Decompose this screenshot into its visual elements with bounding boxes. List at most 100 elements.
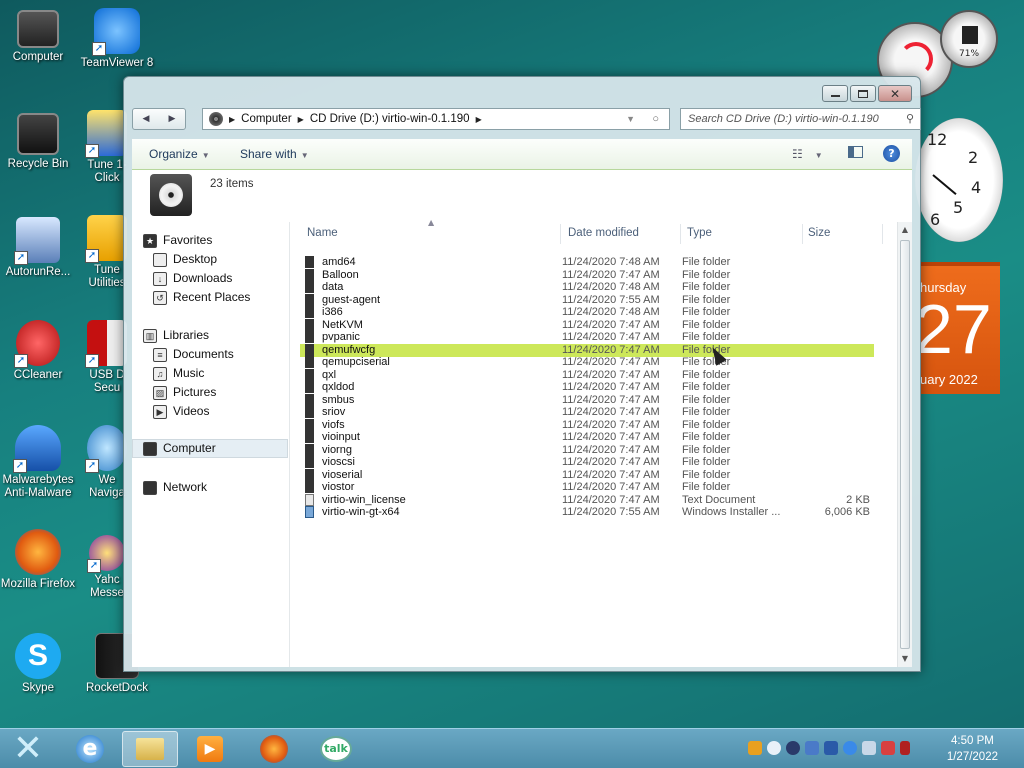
file-row[interactable]: Balloon 11/24/2020 7:47 AM File folder bbox=[300, 268, 874, 282]
tray-settings-icon[interactable] bbox=[805, 741, 819, 755]
taskbar-google-talk[interactable]: talk bbox=[308, 731, 364, 767]
column-header-size[interactable]: Size bbox=[808, 227, 830, 239]
address-dropdown-icon[interactable]: ▼ bbox=[626, 114, 635, 124]
taskbar-windows-explorer[interactable] bbox=[122, 731, 178, 767]
refresh-icon[interactable]: ○ bbox=[652, 113, 659, 125]
share-with-button[interactable]: Share with ▼ bbox=[240, 139, 309, 171]
column-header-name[interactable]: Name bbox=[307, 227, 338, 239]
tray-info-icon[interactable] bbox=[843, 741, 857, 755]
scroll-up-icon[interactable]: ▲ bbox=[898, 222, 912, 238]
folder-icon bbox=[305, 256, 314, 268]
file-row[interactable]: vioserial 11/24/2020 7:47 AM File folder bbox=[300, 468, 874, 482]
file-row[interactable]: vioinput 11/24/2020 7:47 AM File folder bbox=[300, 431, 874, 444]
file-row[interactable]: smbus 11/24/2020 7:47 AM File folder bbox=[300, 393, 874, 407]
file-row[interactable]: data 11/24/2020 7:48 AM File folder bbox=[300, 281, 874, 294]
change-view-button[interactable]: ☷ ▼ bbox=[792, 139, 823, 171]
back-button[interactable]: ◀ bbox=[133, 109, 159, 129]
memory-meter-gadget[interactable]: 71% bbox=[940, 10, 998, 68]
breadcrumb-separator-icon[interactable]: ▶ bbox=[298, 115, 304, 124]
file-row[interactable]: i386 11/24/2020 7:48 AM File folder bbox=[300, 306, 874, 319]
nav-computer[interactable]: Computer bbox=[132, 439, 288, 458]
nav-documents[interactable]: ≡ Documents bbox=[153, 345, 309, 364]
column-header-type[interactable]: Type bbox=[687, 227, 712, 239]
search-icon[interactable]: ⚲ bbox=[906, 109, 914, 129]
tray-shield-icon[interactable] bbox=[824, 741, 838, 755]
file-type: File folder bbox=[682, 381, 731, 393]
search-input[interactable]: Search CD Drive (D:) virtio-win-0.1.190 … bbox=[680, 108, 921, 130]
breadcrumb-separator-icon[interactable]: ▶ bbox=[229, 115, 235, 124]
file-row[interactable]: sriov 11/24/2020 7:47 AM File folder bbox=[300, 406, 874, 419]
file-row[interactable]: qxldod 11/24/2020 7:47 AM File folder bbox=[300, 381, 874, 394]
nav-network[interactable]: Network bbox=[143, 478, 299, 497]
file-row[interactable]: viorng 11/24/2020 7:47 AM File folder bbox=[300, 443, 874, 457]
desktop-icon-label: Tune Utilities bbox=[88, 264, 126, 289]
nav-desktop[interactable]: Desktop bbox=[153, 250, 309, 269]
taskbar-clock[interactable]: 4:50 PM 1/27/2022 bbox=[947, 733, 998, 765]
column-divider[interactable] bbox=[680, 224, 681, 244]
file-row[interactable]: amd64 11/24/2020 7:48 AM File folder bbox=[300, 256, 874, 269]
desktop-icon-malwarebytes[interactable]: ➚ Malwarebytes Anti-Malware bbox=[0, 425, 76, 500]
nav-label: Pictures bbox=[173, 385, 217, 399]
desktop-icon-ccleaner[interactable]: ➚ CCleaner bbox=[0, 320, 76, 382]
explorer-window[interactable]: ✕ ◀ ▶ ▶ Computer ▶ CD Drive (D:) virtio-… bbox=[123, 76, 921, 672]
taskbar-media-player[interactable]: ▶ bbox=[182, 731, 238, 767]
nav-music[interactable]: ♫ Music bbox=[153, 364, 309, 383]
organize-button[interactable]: Organize ▼ bbox=[149, 139, 210, 171]
breadcrumb-computer[interactable]: Computer bbox=[241, 113, 292, 125]
tray-warning-icon[interactable] bbox=[881, 741, 895, 755]
file-row-selected[interactable]: qemufwcfg 11/24/2020 7:47 AM File folder bbox=[300, 343, 874, 357]
forward-button[interactable]: ▶ bbox=[159, 109, 185, 129]
desktop-icon-recycle-bin[interactable]: Recycle Bin bbox=[0, 113, 76, 171]
clock-gadget[interactable]: 12 2 4 5 6 bbox=[915, 118, 1003, 242]
file-row[interactable]: viofs 11/24/2020 7:47 AM File folder bbox=[300, 418, 874, 432]
file-row[interactable]: viostor 11/24/2020 7:47 AM File folder bbox=[300, 481, 874, 494]
breadcrumb-separator-icon[interactable]: ▶ bbox=[476, 115, 482, 124]
help-icon[interactable]: ? bbox=[883, 145, 900, 162]
address-bar[interactable]: ▶ Computer ▶ CD Drive (D:) virtio-win-0.… bbox=[202, 108, 670, 130]
tray-network-icon[interactable] bbox=[862, 741, 876, 755]
nav-libraries[interactable]: ▥ Libraries bbox=[143, 326, 299, 345]
minimize-button[interactable] bbox=[822, 85, 848, 102]
taskbar-internet-explorer[interactable]: e bbox=[62, 731, 118, 767]
scroll-down-icon[interactable]: ▼ bbox=[898, 651, 912, 667]
start-button[interactable]: ✕ bbox=[0, 731, 56, 767]
maximize-button[interactable] bbox=[850, 85, 876, 102]
file-row[interactable]: guest-agent 11/24/2020 7:55 AM File folder bbox=[300, 293, 874, 307]
nav-favorites[interactable]: ★ Favorites bbox=[143, 231, 299, 250]
desktop-icon-autorunre[interactable]: ➚ AutorunRe... bbox=[0, 217, 76, 279]
tray-app-icon[interactable] bbox=[748, 741, 762, 755]
file-date: 11/24/2020 7:55 AM bbox=[562, 293, 660, 306]
nav-pictures[interactable]: ▨ Pictures bbox=[153, 383, 309, 402]
file-row[interactable]: NetKVM 11/24/2020 7:47 AM File folder bbox=[300, 318, 874, 332]
column-divider[interactable] bbox=[882, 224, 883, 244]
file-row[interactable]: qemupciserial 11/24/2020 7:47 AM File fold… bbox=[300, 356, 874, 369]
file-row[interactable]: virtio-win-gt-x64 11/24/2020 7:55 AM Windo… bbox=[300, 506, 874, 519]
nav-downloads[interactable]: ↓ Downloads bbox=[153, 269, 309, 288]
file-row[interactable]: qxl 11/24/2020 7:47 AM File folder bbox=[300, 368, 874, 382]
column-divider[interactable] bbox=[560, 224, 561, 244]
taskbar-firefox[interactable] bbox=[246, 731, 302, 767]
file-row[interactable]: vioscsi 11/24/2020 7:47 AM File folder bbox=[300, 456, 874, 469]
column-divider[interactable] bbox=[802, 224, 803, 244]
tray-chat-icon[interactable] bbox=[767, 741, 781, 755]
close-button[interactable]: ✕ bbox=[878, 85, 912, 102]
column-header-date[interactable]: Date modified bbox=[568, 227, 639, 239]
vertical-scrollbar[interactable]: ▲ ▼ bbox=[897, 222, 912, 667]
tray-volume-icon[interactable] bbox=[900, 741, 910, 755]
desktop-icon-skype[interactable]: S Skype bbox=[0, 633, 76, 695]
desktop-icon-firefox[interactable]: Mozilla Firefox bbox=[0, 529, 76, 591]
desktop-icon-computer[interactable]: Computer bbox=[0, 10, 76, 64]
desktop-icon-teamviewer[interactable]: ➚ TeamViewer 8 bbox=[79, 8, 155, 70]
system-tray bbox=[748, 741, 910, 755]
preview-pane-button[interactable] bbox=[848, 139, 863, 169]
tray-message-icon[interactable] bbox=[786, 741, 800, 755]
nav-recent-places[interactable]: ↺ Recent Places bbox=[153, 288, 309, 307]
tuneup-icon: ➚ bbox=[85, 110, 127, 158]
scrollbar-thumb[interactable] bbox=[900, 240, 910, 649]
file-row[interactable]: virtio-win_license 11/24/2020 7:47 AM Text… bbox=[300, 493, 874, 507]
file-row[interactable]: pvpanic 11/24/2020 7:47 AM File folder bbox=[300, 331, 874, 344]
breadcrumb-cd-drive[interactable]: CD Drive (D:) virtio-win-0.1.190 bbox=[310, 113, 470, 125]
shortcut-arrow-icon: ➚ bbox=[14, 354, 28, 368]
nav-videos[interactable]: ▶ Videos bbox=[153, 402, 309, 421]
calendar-gadget[interactable]: hursday 27 uary 2022 bbox=[920, 262, 1000, 394]
